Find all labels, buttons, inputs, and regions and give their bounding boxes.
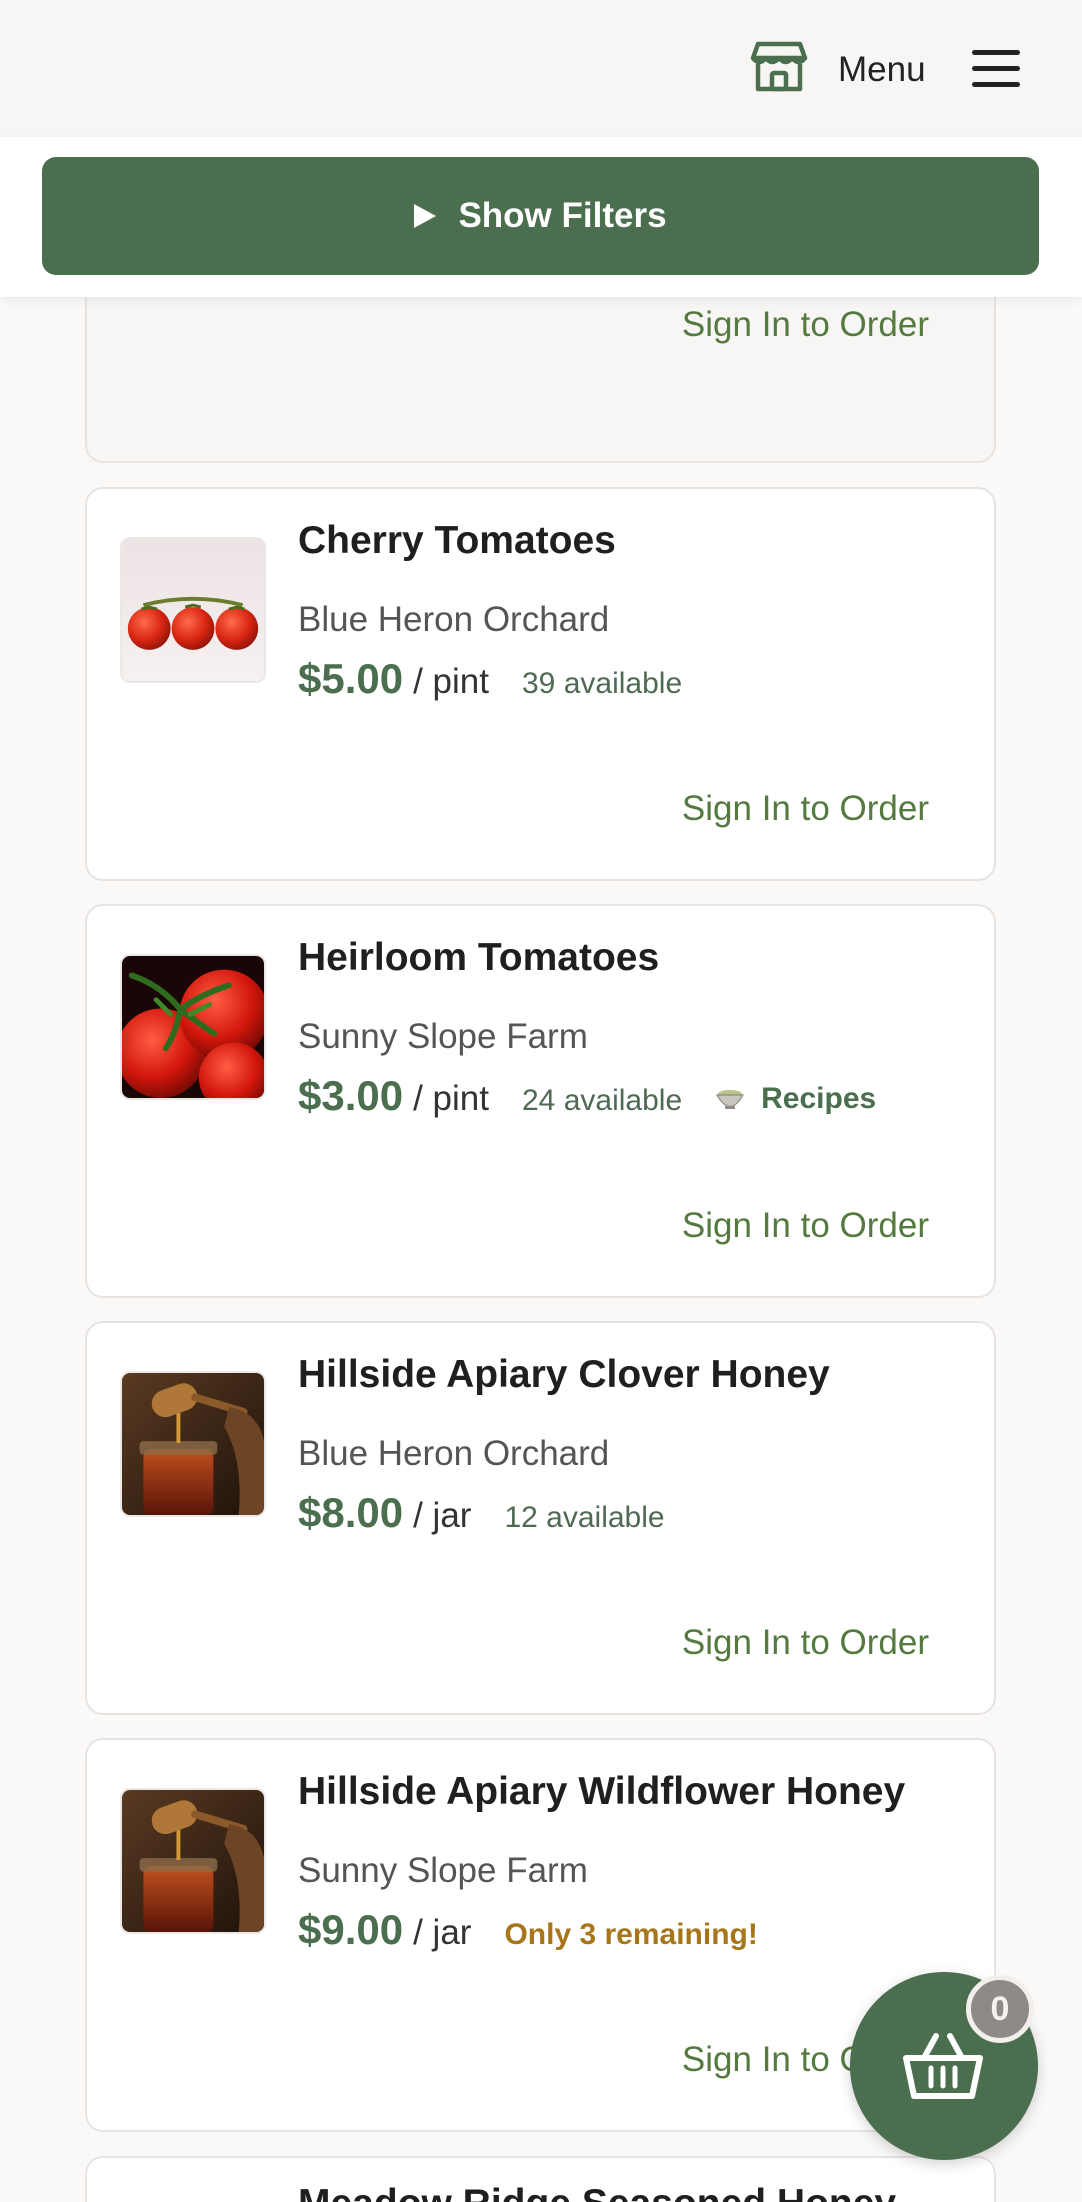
store-icon[interactable]	[749, 36, 809, 96]
price-unit: / pint	[413, 1079, 489, 1118]
sign-in-to-order-link[interactable]: Sign In to Order	[682, 305, 929, 345]
availability-count: 39 available	[522, 667, 683, 700]
honey-jar-image	[122, 1790, 264, 1932]
low-stock-warning: Only 3 remaining!	[504, 1918, 758, 1951]
product-image[interactable]	[120, 1788, 266, 1934]
product-image[interactable]	[120, 1371, 266, 1517]
price-row: $9.00 / jar Only 3 remaining!	[298, 1906, 758, 1956]
price-unit: / pint	[413, 662, 489, 701]
product-name[interactable]: Heirloom Tomatoes	[298, 936, 659, 980]
product-name[interactable]: Hillside Apiary Wildflower Honey	[298, 1770, 905, 1814]
basket-icon	[903, 2033, 983, 2099]
cart-count-badge: 0	[966, 1975, 1034, 2043]
menu-label[interactable]: Menu	[838, 48, 926, 92]
play-triangle-icon	[414, 204, 437, 228]
cherry-tomatoes-image	[122, 539, 264, 681]
price-row: $3.00 / pint 24 available Recipes	[298, 1072, 876, 1122]
product-card: Heirloom Tomatoes Sunny Slope Farm $3.00…	[85, 904, 996, 1298]
bowl-icon	[716, 1090, 745, 1109]
farm-name: Blue Heron Orchard	[298, 1434, 610, 1473]
price-row: $5.00 / pint 39 available	[298, 655, 682, 705]
product-price: $9.00	[298, 1906, 404, 1953]
product-name[interactable]: Meadow Ridge Seasoned Honey	[298, 2182, 896, 2202]
price-row: $8.00 / jar 12 available	[298, 1489, 665, 1539]
farm-name: Blue Heron Orchard	[298, 600, 610, 639]
top-navigation-bar: Menu	[0, 0, 1082, 137]
honey-jar-image	[122, 1373, 264, 1515]
price-unit: / jar	[413, 1913, 472, 1952]
product-card: Meadow Ridge Seasoned Honey	[85, 2156, 996, 2202]
product-card: Cherry Tomatoes Blue Heron Orchard $5.00…	[85, 487, 996, 881]
sign-in-to-order-link[interactable]: Sign In to Order	[682, 1206, 929, 1246]
product-name[interactable]: Hillside Apiary Clover Honey	[298, 1353, 830, 1397]
availability-count: 12 available	[504, 1501, 665, 1534]
product-name[interactable]: Cherry Tomatoes	[298, 519, 616, 563]
product-image[interactable]	[120, 954, 266, 1100]
heirloom-tomatoes-image	[122, 956, 264, 1098]
sign-in-to-order-link[interactable]: Sign In to Order	[682, 1623, 929, 1663]
product-image[interactable]	[120, 537, 266, 683]
product-price: $8.00	[298, 1489, 404, 1536]
hamburger-icon[interactable]	[972, 46, 1022, 90]
farm-name: Sunny Slope Farm	[298, 1017, 588, 1056]
product-card: Hillside Apiary Clover Honey Blue Heron …	[85, 1321, 996, 1715]
product-price: $5.00	[298, 655, 404, 702]
show-filters-button[interactable]: Show Filters	[42, 157, 1039, 275]
price-unit: / jar	[413, 1496, 472, 1535]
recipes-label: Recipes	[761, 1082, 877, 1115]
product-price: $3.00	[298, 1072, 404, 1119]
filters-bar: Show Filters	[0, 137, 1082, 297]
farm-name: Sunny Slope Farm	[298, 1851, 588, 1890]
recipes-link[interactable]: Recipes	[715, 1082, 876, 1116]
show-filters-label: Show Filters	[458, 196, 667, 235]
availability-count: 24 available	[522, 1084, 683, 1117]
sign-in-to-order-link[interactable]: Sign In to Order	[682, 789, 929, 829]
